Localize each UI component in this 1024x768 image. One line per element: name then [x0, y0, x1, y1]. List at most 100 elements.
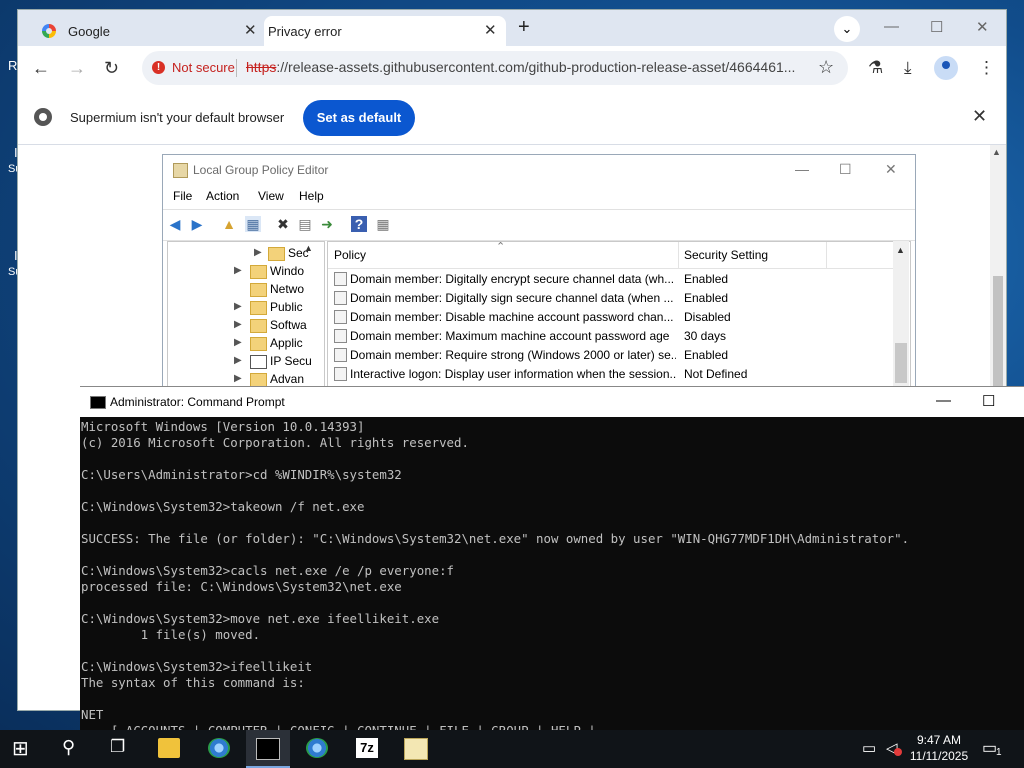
show-hide-tree-icon[interactable]: ▦: [245, 216, 261, 232]
expand-arrow-icon[interactable]: ▶: [234, 265, 242, 276]
labs-flask-icon[interactable]: ⚗: [868, 58, 883, 78]
maximize-button[interactable]: ☐: [930, 18, 943, 36]
taskbar-7zip[interactable]: 7z: [346, 730, 390, 768]
expand-arrow-icon[interactable]: ▶: [234, 355, 242, 366]
properties-icon[interactable]: ▤: [297, 216, 313, 232]
set-as-default-button[interactable]: Set as default: [303, 100, 415, 136]
gpe-minimize-button[interactable]: —: [795, 161, 809, 177]
table-row[interactable]: Domain member: Maximum machine account p…: [328, 326, 894, 345]
tree-item[interactable]: ▶ Sec: [168, 244, 318, 262]
menu-file[interactable]: File: [173, 189, 192, 203]
taskbar-browser-2[interactable]: [296, 730, 340, 768]
cmd-console-output[interactable]: Microsoft Windows [Version 10.0.14393] (c…: [80, 419, 1024, 731]
expand-arrow-icon[interactable]: ▶: [234, 301, 242, 312]
delete-icon[interactable]: ✖: [275, 216, 291, 232]
expand-arrow-icon[interactable]: ▶: [234, 337, 242, 348]
table-row[interactable]: Domain member: Require strong (Windows 2…: [328, 345, 894, 364]
column-policy[interactable]: Policy: [334, 248, 366, 262]
tab-privacy-error[interactable]: Privacy error ✕: [264, 16, 506, 46]
gpe-maximize-button[interactable]: ☐: [839, 161, 852, 178]
task-view-icon[interactable]: ❐: [110, 737, 125, 757]
up-folder-icon[interactable]: ▲: [221, 216, 237, 232]
muted-badge-icon: [894, 748, 902, 756]
browser-toolbar: ← → ↻ ! Not secure https://release-asset…: [18, 46, 1006, 92]
table-row[interactable]: Domain member: Disable machine account p…: [328, 307, 894, 326]
cmd-app-icon: [90, 396, 106, 409]
address-bar[interactable]: ! Not secure https://release-assets.gith…: [142, 51, 848, 85]
tree-item[interactable]: Netwo: [168, 280, 318, 298]
policy-setting: Enabled: [684, 291, 729, 305]
expand-arrow-icon[interactable]: ▶: [234, 319, 242, 330]
back-arrow-icon[interactable]: ◀: [167, 216, 183, 232]
taskbar-browser[interactable]: [198, 730, 242, 768]
default-browser-infobar: Supermium isn't your default browser Set…: [18, 92, 1006, 145]
tree-item[interactable]: ▶ Applic: [168, 334, 318, 352]
policy-list-scrollbar[interactable]: ▲: [893, 241, 909, 387]
column-divider[interactable]: [826, 242, 827, 268]
tree-scrollbar[interactable]: ▲: [301, 241, 317, 387]
policy-name: Domain member: Maximum machine account p…: [350, 329, 670, 343]
export-list-icon[interactable]: ➜: [319, 216, 335, 232]
column-divider[interactable]: [678, 242, 679, 268]
tab-google[interactable]: Google ✕: [28, 16, 264, 46]
scroll-up-arrow-icon[interactable]: ▲: [992, 147, 1001, 157]
network-icon[interactable]: ▭: [862, 739, 876, 757]
console-line: processed file: C:\Windows\System32\net.…: [81, 579, 402, 594]
back-button[interactable]: ←: [32, 58, 50, 79]
tree-item[interactable]: ▶ IP Secu: [168, 352, 318, 370]
policy-list-scrollbar-thumb[interactable]: [895, 343, 907, 383]
clock-time[interactable]: 9:47 AM: [904, 733, 974, 747]
profile-avatar-icon[interactable]: [934, 56, 958, 80]
search-icon[interactable]: ⚲: [62, 737, 75, 758]
forward-arrow-icon[interactable]: ▶: [189, 216, 205, 232]
table-row[interactable]: Domain member: Digitally sign secure cha…: [328, 288, 894, 307]
cmd-minimize-button[interactable]: —: [936, 392, 951, 409]
menu-view[interactable]: View: [258, 189, 284, 203]
policy-icon: [334, 272, 347, 286]
cmd-title-bar[interactable]: Administrator: Command Prompt — ☐: [80, 387, 1024, 417]
policy-name: Domain member: Require strong (Windows 2…: [350, 348, 676, 362]
security-chip[interactable]: Not secure: [172, 60, 235, 75]
cmd-maximize-button[interactable]: ☐: [982, 392, 995, 410]
clock-date[interactable]: 11/11/2025: [904, 749, 974, 763]
new-tab-button[interactable]: +: [518, 16, 530, 39]
notepad-icon: [404, 738, 428, 760]
scroll-up-arrow-icon[interactable]: ▲: [304, 243, 313, 253]
bookmark-star-icon[interactable]: ☆: [818, 57, 834, 78]
taskbar-file-explorer[interactable]: [148, 730, 192, 768]
policy-setting: Not Defined: [684, 367, 748, 381]
console-line: C:\Windows\System32>ifeellikeit: [81, 659, 313, 674]
tree-item[interactable]: ▶ Windo: [168, 262, 318, 280]
notifications-icon[interactable]: ▭: [982, 738, 997, 758]
tab-search-button[interactable]: ⌄: [834, 16, 860, 42]
taskbar-notepad[interactable]: [394, 730, 438, 768]
minimize-button[interactable]: —: [884, 18, 899, 35]
menu-kebab-icon[interactable]: ⋮: [978, 58, 995, 78]
tree-item[interactable]: ▶ Softwa: [168, 316, 318, 334]
url-text[interactable]: https://release-assets.githubusercontent…: [246, 59, 802, 75]
console-line: (c) 2016 Microsoft Corporation. All righ…: [81, 435, 469, 450]
table-row[interactable]: Interactive logon: Display user informat…: [328, 364, 894, 383]
tree-item[interactable]: ▶ Public: [168, 298, 318, 316]
menu-action[interactable]: Action: [206, 189, 239, 203]
filter-view-icon[interactable]: ▦: [375, 216, 391, 232]
reload-button[interactable]: ↻: [104, 58, 119, 79]
forward-button[interactable]: →: [68, 58, 86, 79]
download-icon[interactable]: ⤓: [904, 58, 912, 78]
scroll-up-arrow-icon[interactable]: ▲: [896, 245, 905, 255]
close-window-button[interactable]: ✕: [976, 18, 989, 36]
infobar-close-icon[interactable]: ✕: [972, 106, 987, 127]
gpe-close-button[interactable]: ✕: [885, 161, 897, 178]
expand-arrow-icon[interactable]: ▶: [234, 373, 242, 384]
column-security-setting[interactable]: Security Setting: [684, 248, 768, 262]
table-row[interactable]: Domain member: Digitally encrypt secure …: [328, 269, 894, 288]
command-prompt-window: Administrator: Command Prompt — ☐ Micros…: [80, 386, 1024, 731]
expand-arrow-icon[interactable]: ▶: [254, 247, 262, 258]
start-windows-icon[interactable]: ⊞: [12, 736, 29, 761]
tab-close-icon[interactable]: ✕: [484, 21, 497, 39]
gpe-title-bar[interactable]: Local Group Policy Editor — ☐ ✕: [163, 155, 915, 185]
tab-close-icon[interactable]: ✕: [244, 21, 257, 39]
menu-help[interactable]: Help: [299, 189, 324, 203]
help-icon[interactable]: ?: [351, 216, 367, 232]
taskbar-command-prompt[interactable]: [246, 730, 290, 768]
